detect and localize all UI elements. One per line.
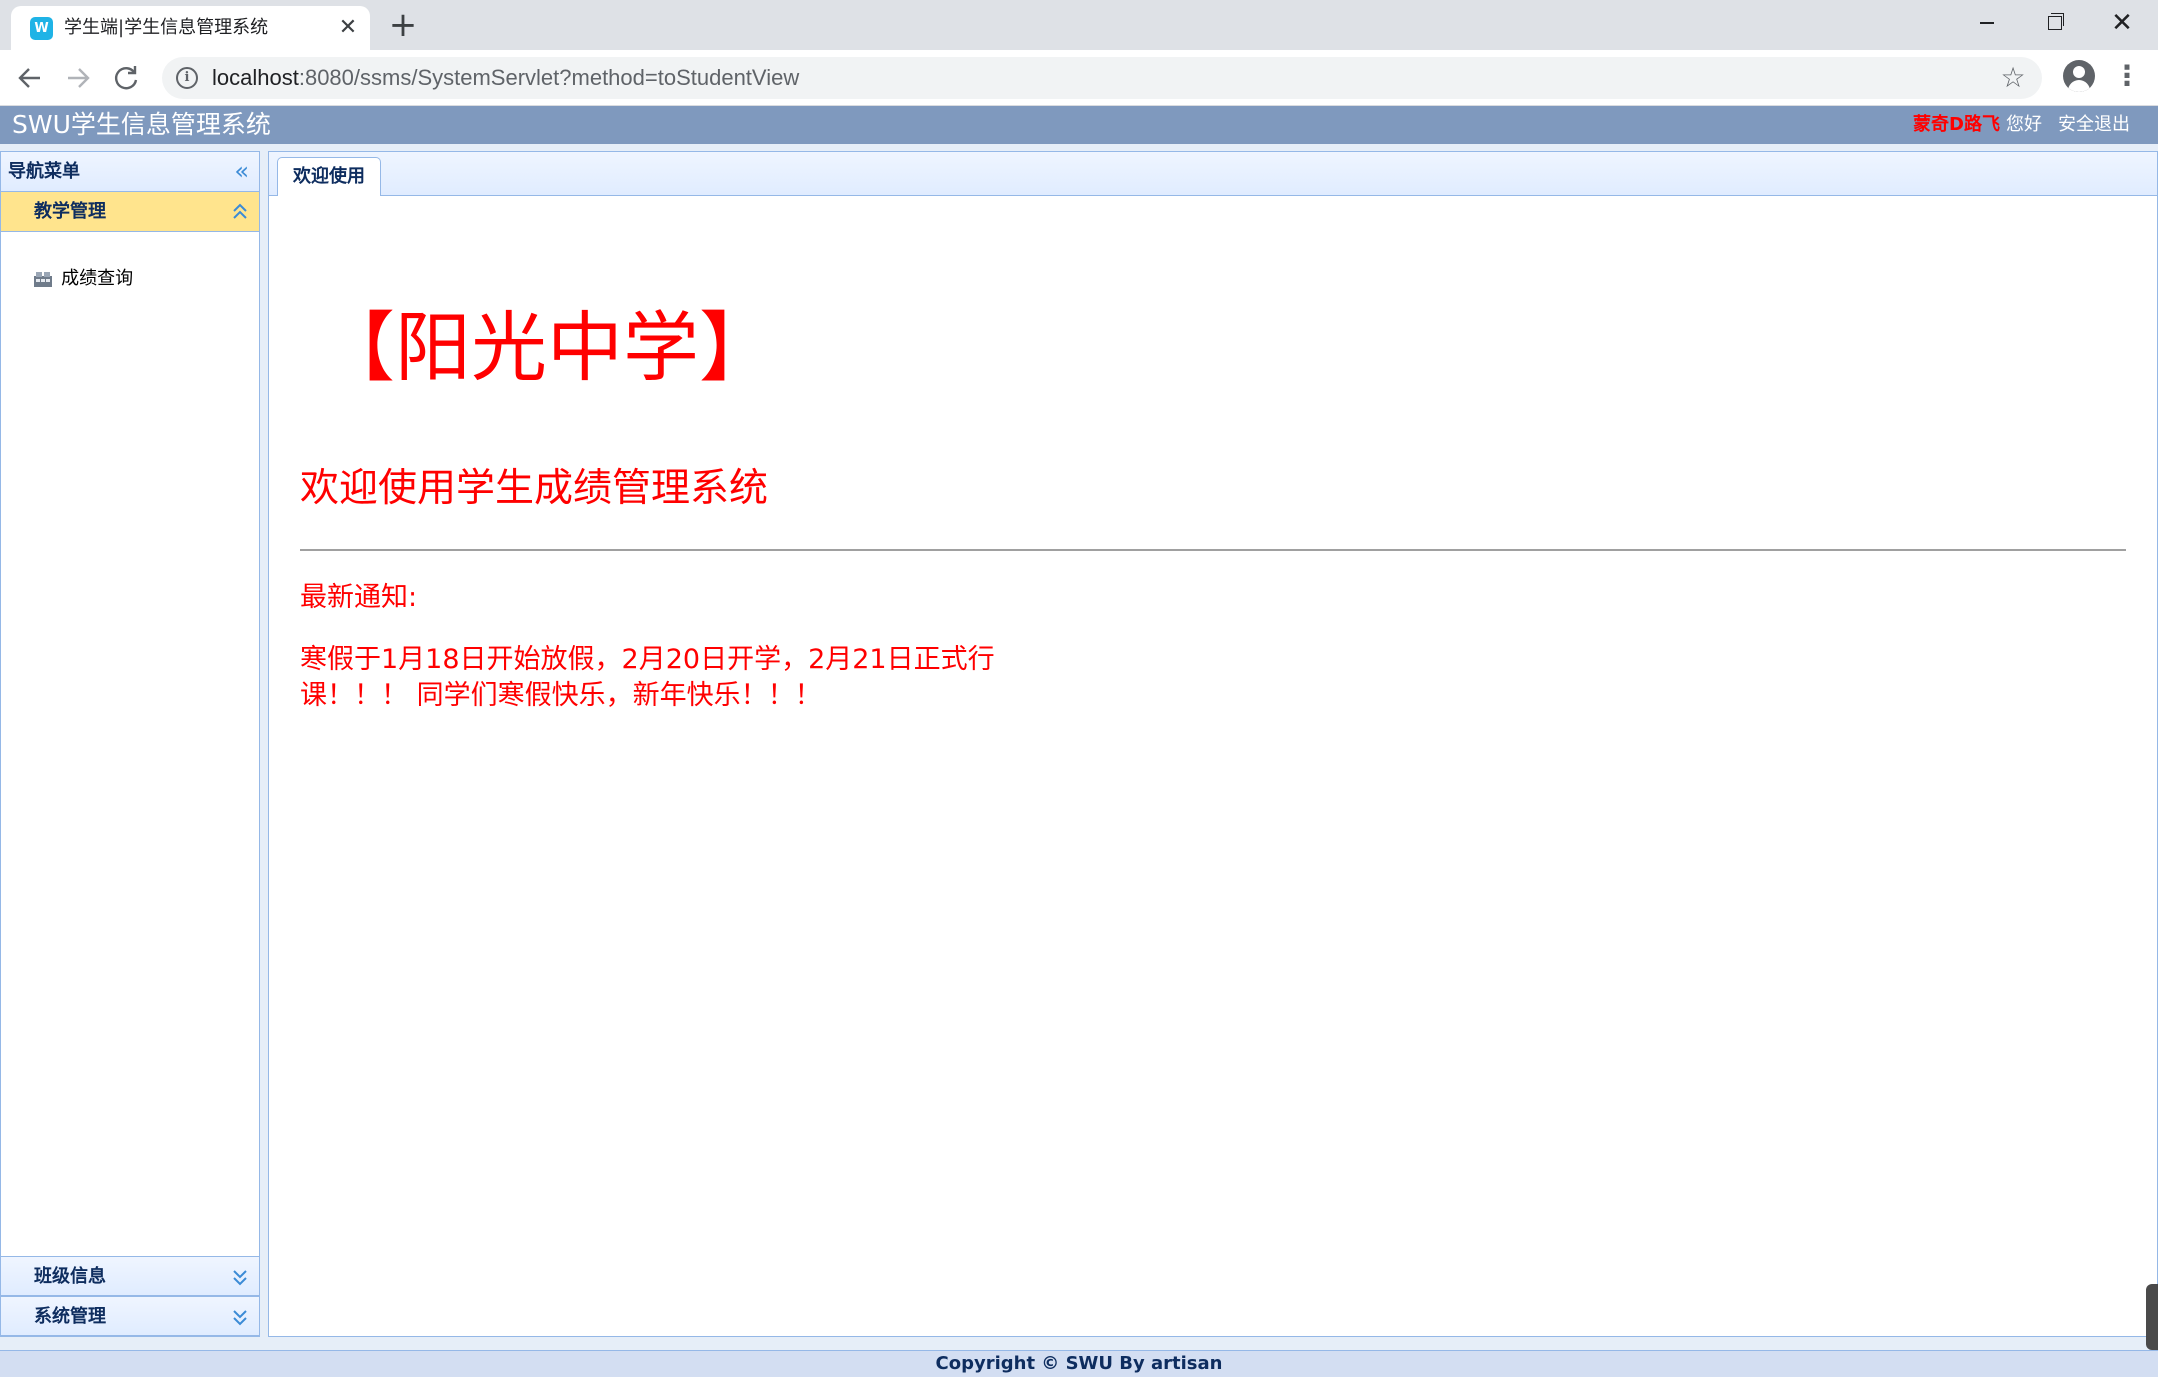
more-menu-icon[interactable]: ⋮ (2112, 60, 2142, 92)
browser-tab[interactable]: W 学生端|学生信息管理系统 ✕ (11, 6, 370, 50)
sidebar: 导航菜单 « 教学管理 成绩查询 班级信息 系统管理 (0, 151, 260, 1337)
browser-tab-strip: W 学生端|学生信息管理系统 ✕ + ✕ (0, 0, 2158, 50)
copyright-text: Copyright © SWU By artisan (935, 1353, 1223, 1374)
accordion-title-teaching: 教学管理 (34, 201, 106, 222)
accordion-title-system: 系统管理 (34, 1306, 106, 1327)
swu-favicon-icon: W (30, 17, 53, 40)
star-icon[interactable]: ☆ (1996, 61, 2030, 95)
tabs-header: 欢迎使用 (269, 152, 2157, 197)
sidebar-header: 导航菜单 « (1, 152, 259, 192)
logout-link[interactable]: 安全退出 (2058, 114, 2130, 135)
app-title: SWU学生信息管理系统 (12, 110, 271, 139)
user-area: 蒙奇D路飞 您好 安全退出 (1913, 106, 2130, 144)
chevron-down-icon[interactable] (231, 1266, 249, 1288)
notice-body: 寒假于1月18日开始放假，2月20日开学，2月21日正式行课！！！ 同学们寒假快… (300, 644, 995, 711)
url-text[interactable]: localhost:8080/ssms/SystemServlet?method… (212, 64, 799, 92)
window-restore-button[interactable] (2034, 8, 2074, 38)
tab-welcome-label: 欢迎使用 (293, 166, 365, 187)
url-host: localhost (212, 65, 299, 90)
url-path: :8080/ssms/SystemServlet?method=toStuden… (298, 65, 800, 90)
notice-title: 最新通知: (300, 582, 418, 613)
user-name: 蒙奇D路飞 (1913, 114, 2000, 135)
accordion-header-teaching[interactable]: 教学管理 (1, 192, 259, 232)
grade-query-icon (34, 272, 52, 287)
new-tab-button[interactable]: + (388, 8, 418, 42)
sidebar-title: 导航菜单 (8, 161, 80, 182)
info-icon[interactable]: i (176, 67, 198, 89)
accordion-header-system[interactable]: 系统管理 (1, 1296, 259, 1336)
accordion-body-teaching: 成绩查询 (1, 232, 259, 1233)
chevron-up-icon[interactable] (231, 201, 249, 223)
browser-tab-title: 学生端|学生信息管理系统 (64, 17, 269, 38)
forward-arrow-icon[interactable] (58, 60, 98, 96)
reload-icon[interactable] (106, 60, 146, 96)
welcome-content: 【阳光中学】 欢迎使用学生成绩管理系统 最新通知: 寒假于1月18日开始放假，2… (269, 196, 2157, 1336)
tab-welcome[interactable]: 欢迎使用 (277, 157, 381, 197)
address-bar[interactable]: i localhost:8080/ssms/SystemServlet?meth… (162, 57, 2042, 99)
window-minimize-button[interactable] (1966, 8, 2006, 38)
tab-close-icon[interactable]: ✕ (334, 14, 362, 42)
profile-icon[interactable] (2063, 60, 2095, 92)
scrollbar-thumb[interactable] (2146, 1284, 2158, 1350)
main-panel: 欢迎使用 【阳光中学】 欢迎使用学生成绩管理系统 最新通知: 寒假于1月18日开… (268, 151, 2158, 1337)
browser-toolbar: i localhost:8080/ssms/SystemServlet?meth… (0, 50, 2158, 106)
app-header: SWU学生信息管理系统 蒙奇D路飞 您好 安全退出 (0, 106, 2158, 144)
accordion-title-class: 班级信息 (34, 1266, 106, 1287)
divider (300, 549, 2126, 551)
chevron-down-icon[interactable] (231, 1306, 249, 1328)
school-name: 【阳光中学】 (319, 303, 775, 392)
collapse-left-icon[interactable]: « (234, 152, 249, 190)
greeting-text: 您好 (2006, 114, 2042, 135)
footer: Copyright © SWU By artisan (0, 1350, 2158, 1377)
menu-item-grade-query[interactable]: 成绩查询 (33, 264, 133, 294)
welcome-heading: 欢迎使用学生成绩管理系统 (300, 466, 769, 511)
accordion-header-class[interactable]: 班级信息 (1, 1256, 259, 1296)
menu-item-label: 成绩查询 (61, 268, 134, 289)
back-arrow-icon[interactable] (10, 60, 50, 96)
window-close-button[interactable]: ✕ (2102, 8, 2142, 38)
